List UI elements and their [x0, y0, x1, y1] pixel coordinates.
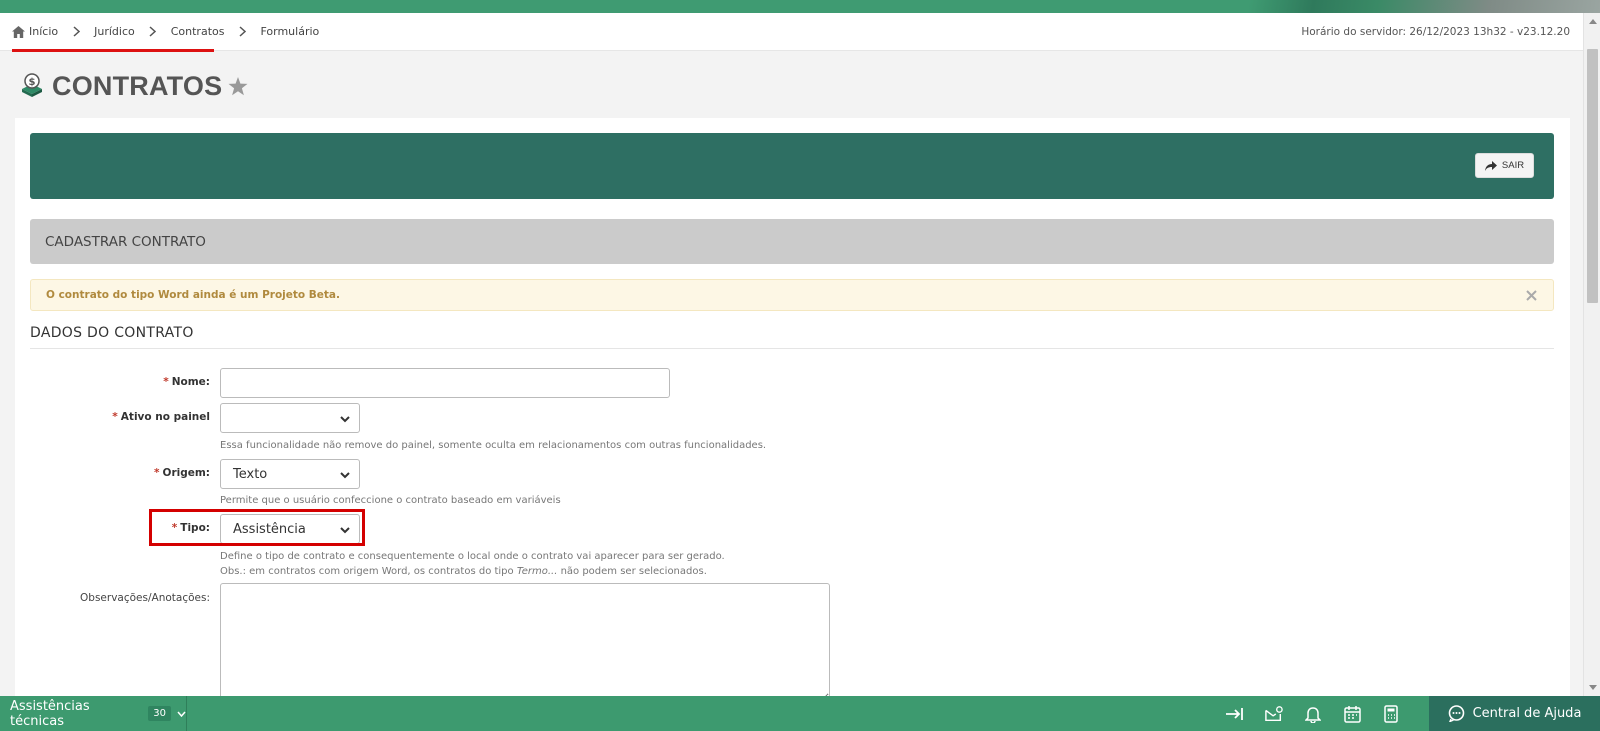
help-center-button[interactable]: Central de Ajuda	[1429, 696, 1600, 731]
help-center-label: Central de Ajuda	[1472, 706, 1582, 721]
bell-icon[interactable]	[1304, 705, 1322, 723]
home-icon	[12, 25, 25, 38]
arrow-to-right-icon[interactable]	[1226, 705, 1244, 723]
share-arrow-icon	[1484, 160, 1497, 171]
beta-alert: O contrato do tipo Word ainda é um Proje…	[30, 279, 1554, 311]
required-mark: *	[163, 376, 169, 388]
chevron-down-icon	[339, 413, 351, 425]
bottom-toolbar: Assistências técnicas 30 Central de Ajud…	[0, 696, 1600, 731]
tipo-help-line-2: Obs.: em contratos com origem Word, os c…	[220, 566, 707, 577]
chevron-down-icon	[339, 469, 351, 481]
ativo-select[interactable]	[220, 403, 360, 433]
exit-button[interactable]: SAIR	[1475, 153, 1534, 178]
breadcrumb-highlight-underline	[12, 49, 214, 52]
contract-data-heading: DADOS DO CONTRATO	[30, 325, 1554, 349]
origem-select[interactable]: Texto	[220, 459, 360, 489]
exit-button-label: SAIR	[1501, 160, 1525, 171]
scrollbar-thumb[interactable]	[1587, 49, 1598, 303]
tipo-help-line-1: Define o tipo de contrato e consequentem…	[220, 551, 725, 562]
chevron-right-icon	[236, 26, 248, 38]
tipo-help-text: Define o tipo de contrato e consequentem…	[220, 549, 725, 579]
close-icon[interactable]	[1523, 287, 1539, 303]
page-title-text: CONTRATOS	[52, 70, 223, 101]
ativo-help-text: Essa funcionalidade não remove do painel…	[220, 440, 767, 451]
breadcrumb-contratos[interactable]: Contratos	[171, 25, 225, 38]
module-count-badge: 30	[148, 706, 171, 721]
calculator-icon[interactable]	[1382, 704, 1400, 723]
form-header-bar: SAIR	[30, 133, 1554, 199]
nome-label: * Nome:	[163, 376, 210, 388]
observacoes-textarea[interactable]	[220, 583, 830, 703]
chat-bubble-icon	[1448, 705, 1465, 722]
origem-help-text: Permite que o usuário confeccione o cont…	[220, 495, 561, 506]
tipo-highlight-box	[149, 509, 365, 546]
page-title: $ CONTRATOS	[20, 68, 248, 104]
required-mark: *	[112, 411, 118, 423]
breadcrumb-formulario: Formulário	[260, 25, 320, 38]
breadcrumb-label-home: Início	[29, 25, 59, 38]
section-title-bar: CADASTRAR CONTRATO	[30, 219, 1554, 264]
favorite-star-icon[interactable]	[228, 76, 248, 96]
chevron-right-icon	[147, 26, 159, 38]
scroll-up-arrow-icon[interactable]	[1584, 13, 1600, 30]
alert-message: O contrato do tipo Word ainda é um Proje…	[46, 289, 341, 301]
bottom-toolbar-icons	[1226, 696, 1400, 731]
contract-money-icon: $	[20, 73, 44, 99]
server-time: Horário do servidor: 26/12/2023 13h32 - …	[1301, 26, 1570, 38]
nome-input[interactable]	[220, 368, 670, 398]
calendar-icon[interactable]	[1343, 705, 1361, 723]
observacoes-label: Observações/Anotações:	[80, 592, 210, 604]
module-selector[interactable]: Assistências técnicas 30	[0, 696, 187, 731]
origem-label: * Origem:	[154, 467, 210, 479]
breadcrumb-home[interactable]: Início	[12, 25, 58, 38]
svg-text:$: $	[29, 77, 36, 88]
top-accent-stripe	[0, 0, 1600, 13]
page-scrollbar[interactable]	[1583, 13, 1600, 696]
chevron-right-icon	[70, 26, 82, 38]
required-mark: *	[154, 467, 160, 479]
origem-select-value: Texto	[233, 466, 268, 482]
scroll-down-arrow-icon[interactable]	[1584, 679, 1600, 696]
module-label: Assistências técnicas	[10, 698, 90, 729]
mail-gear-icon[interactable]	[1265, 705, 1283, 723]
breadcrumb-juridico[interactable]: Jurídico	[94, 25, 135, 38]
chevron-down-icon	[177, 711, 186, 717]
ativo-label: * Ativo no painel	[112, 411, 210, 423]
